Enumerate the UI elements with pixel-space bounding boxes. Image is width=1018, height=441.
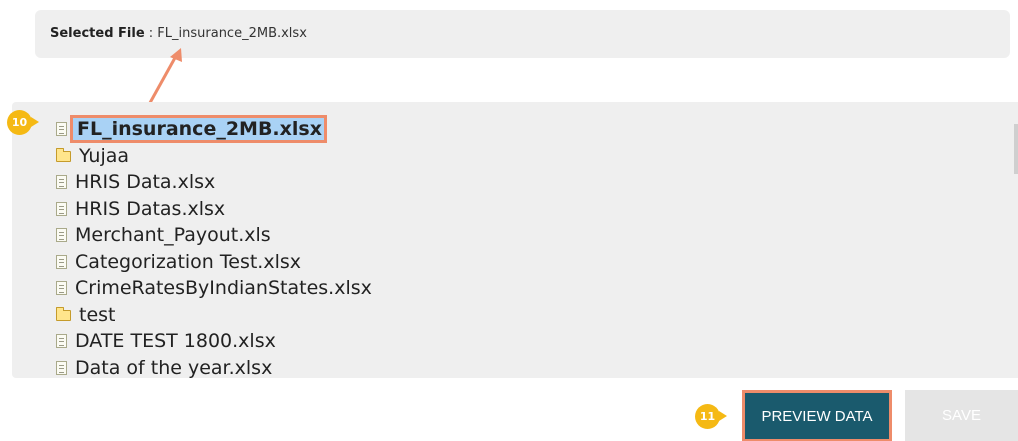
preview-data-button[interactable]: PREVIEW DATA bbox=[742, 390, 892, 441]
selected-file-bar: Selected File : FL_insurance_2MB.xlsx bbox=[35, 10, 1010, 58]
document-icon bbox=[56, 201, 67, 216]
file-item[interactable]: Data of the year.xlsx bbox=[56, 355, 372, 378]
selected-file-value: FL_insurance_2MB.xlsx bbox=[157, 26, 307, 41]
file-item[interactable]: Merchant_Payout.xls bbox=[56, 222, 372, 249]
file-name-selected[interactable]: FL_insurance_2MB.xlsx bbox=[70, 115, 327, 144]
document-icon bbox=[56, 122, 67, 137]
document-icon bbox=[56, 228, 67, 243]
selected-file-separator: : bbox=[144, 26, 158, 41]
folder-name[interactable]: test bbox=[79, 304, 116, 326]
file-item[interactable]: DATE TEST 1800.xlsx bbox=[56, 328, 372, 355]
file-name[interactable]: Data of the year.xlsx bbox=[75, 357, 272, 378]
file-item[interactable]: HRIS Data.xlsx bbox=[56, 169, 372, 196]
document-icon bbox=[56, 360, 67, 375]
step-badge-11: 11 bbox=[695, 404, 727, 429]
save-button[interactable]: SAVE bbox=[905, 390, 1018, 441]
folder-item[interactable]: Yujaa bbox=[56, 143, 372, 170]
file-name[interactable]: Categorization Test.xlsx bbox=[75, 251, 301, 273]
file-name[interactable]: DATE TEST 1800.xlsx bbox=[75, 330, 276, 352]
file-list: FL_insurance_2MB.xlsx Yujaa HRIS Data.xl… bbox=[56, 115, 372, 378]
folder-item[interactable]: test bbox=[56, 302, 372, 329]
file-item[interactable]: Categorization Test.xlsx bbox=[56, 249, 372, 276]
folder-icon bbox=[56, 148, 71, 163]
folder-name[interactable]: Yujaa bbox=[79, 145, 129, 167]
step-badge-10: 10 bbox=[7, 110, 39, 135]
selected-file-label: Selected File bbox=[50, 26, 145, 41]
document-icon bbox=[56, 254, 67, 269]
file-item[interactable]: FL_insurance_2MB.xlsx bbox=[56, 115, 372, 144]
file-name[interactable]: Merchant_Payout.xls bbox=[75, 224, 271, 246]
document-icon bbox=[56, 175, 67, 190]
document-icon bbox=[56, 334, 67, 349]
file-item[interactable]: HRIS Datas.xlsx bbox=[56, 196, 372, 223]
file-item[interactable]: CrimeRatesByIndianStates.xlsx bbox=[56, 275, 372, 302]
file-browser-panel[interactable]: FL_insurance_2MB.xlsx Yujaa HRIS Data.xl… bbox=[12, 102, 1018, 378]
folder-icon bbox=[56, 307, 71, 322]
scrollbar-thumb[interactable] bbox=[1014, 124, 1018, 174]
selected-file-text: Selected File : FL_insurance_2MB.xlsx bbox=[50, 26, 307, 41]
file-name[interactable]: CrimeRatesByIndianStates.xlsx bbox=[75, 277, 372, 299]
file-name[interactable]: HRIS Datas.xlsx bbox=[75, 198, 225, 220]
document-icon bbox=[56, 281, 67, 296]
file-name[interactable]: HRIS Data.xlsx bbox=[75, 171, 215, 193]
